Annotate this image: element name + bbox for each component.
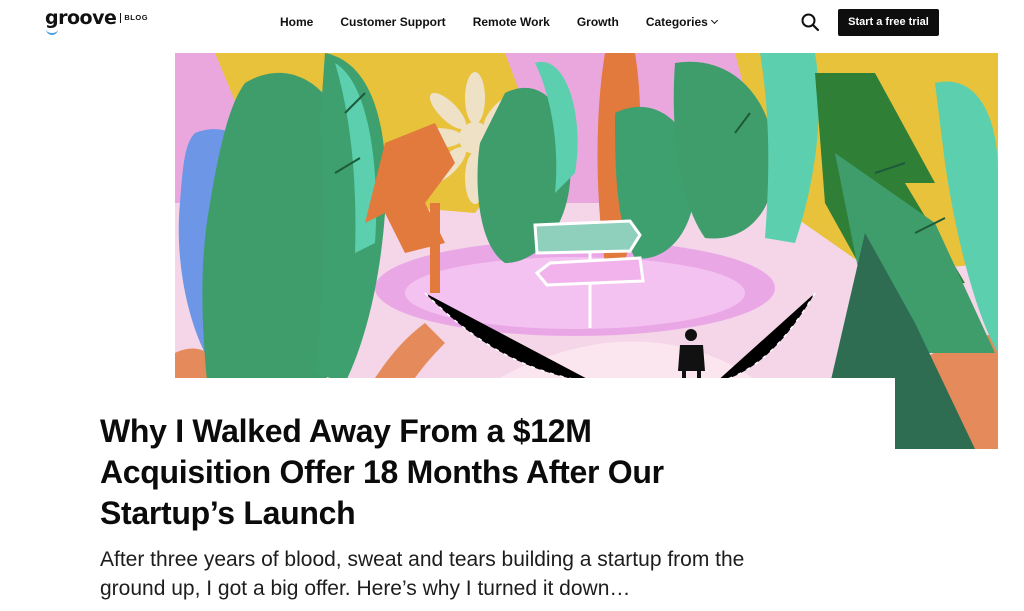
nav-growth[interactable]: Growth <box>577 15 619 29</box>
search-icon <box>801 13 820 32</box>
brand-name: groove <box>45 7 117 29</box>
article-excerpt: After three years of blood, sweat and te… <box>100 548 745 600</box>
groove-blog-logo[interactable]: groove BLOG <box>45 7 149 35</box>
article-title[interactable]: Why I Walked Away From a $12M Acquisitio… <box>100 411 740 534</box>
start-free-trial-button[interactable]: Start a free trial <box>838 9 939 36</box>
logo-divider <box>120 13 122 23</box>
main-nav: Home Customer Support Remote Work Growth… <box>280 15 744 29</box>
hero-illustration <box>175 53 998 449</box>
logo-smile-mark <box>46 28 58 35</box>
nav-categories[interactable]: Categories <box>645 15 718 29</box>
nav-remote-work[interactable]: Remote Work <box>473 15 550 29</box>
search-button[interactable] <box>800 12 820 32</box>
chevron-down-icon <box>710 16 718 25</box>
nav-customer-support[interactable]: Customer Support <box>340 15 445 29</box>
nav-home[interactable]: Home <box>280 15 313 29</box>
nav-categories-label: Categories <box>645 15 708 29</box>
brand-section: BLOG <box>124 13 149 22</box>
site-header: groove BLOG Home Customer Support Remote… <box>0 0 1024 46</box>
